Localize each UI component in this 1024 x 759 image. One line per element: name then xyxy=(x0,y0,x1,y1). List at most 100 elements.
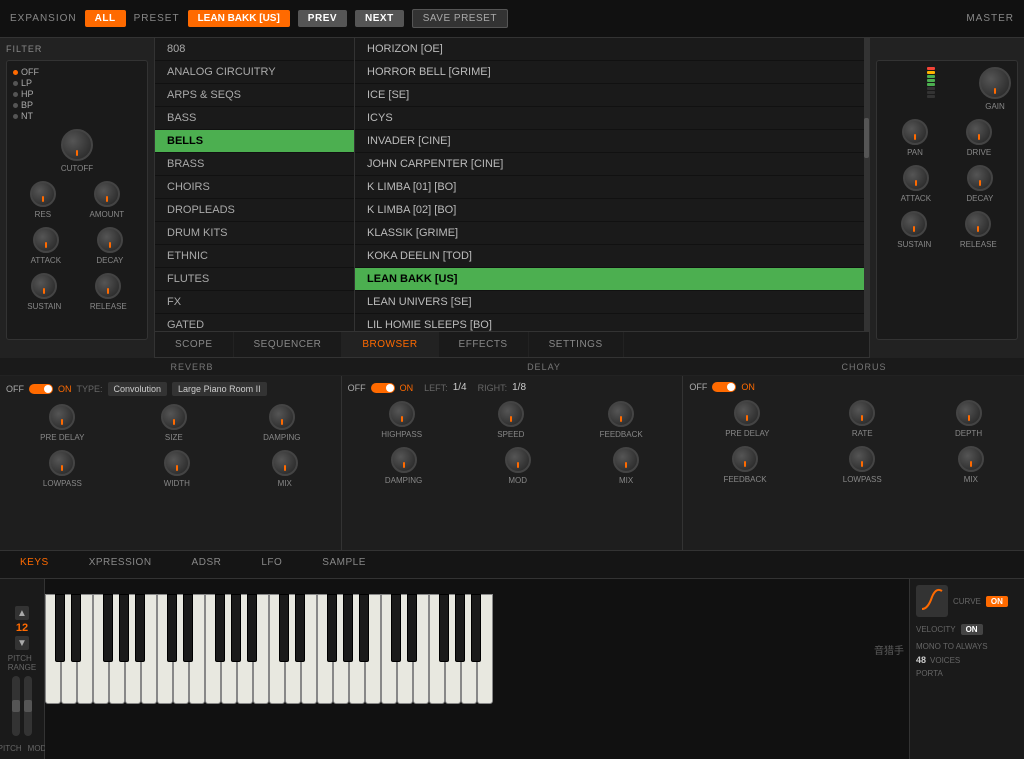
filter-release-knob[interactable] xyxy=(95,273,121,299)
tab-sequencer[interactable]: SEQUENCER xyxy=(234,332,343,357)
delay-highpass-knob[interactable] xyxy=(389,401,415,427)
bottom-tab-sample[interactable]: SAMPLE xyxy=(302,551,386,578)
delay-damping-knob[interactable] xyxy=(391,447,417,473)
category-item[interactable]: DRUM KITS xyxy=(155,222,354,245)
filter-nt[interactable]: NT xyxy=(13,111,141,121)
delay-feedback-knob[interactable] xyxy=(608,401,634,427)
prev-button[interactable]: PREV xyxy=(298,10,347,27)
master-pan-knob[interactable] xyxy=(902,119,928,145)
velocity-on-badge[interactable]: ON xyxy=(961,624,983,635)
filter-hp[interactable]: HP xyxy=(13,89,141,99)
preset-item[interactable]: KLASSIK [GRIME] xyxy=(355,222,864,245)
filter-sustain-knob[interactable] xyxy=(31,273,57,299)
bottom-tab-xpression[interactable]: XPRESSION xyxy=(69,551,172,578)
black-key[interactable] xyxy=(359,594,369,662)
chorus-mix-knob[interactable] xyxy=(958,446,984,472)
preset-item[interactable]: LEAN BAKK [US] xyxy=(355,268,864,291)
reverb-type-value[interactable]: Convolution xyxy=(108,382,168,396)
bottom-tab-lfo[interactable]: LFO xyxy=(241,551,302,578)
master-decay-knob[interactable] xyxy=(967,165,993,191)
tab-scope[interactable]: SCOPE xyxy=(155,332,234,357)
delay-mix-knob[interactable] xyxy=(613,447,639,473)
save-preset-button[interactable]: SAVE PRESET xyxy=(412,9,508,28)
black-key[interactable] xyxy=(55,594,65,662)
tab-browser[interactable]: BROWSER xyxy=(342,332,438,357)
preset-item[interactable]: ICE [SE] xyxy=(355,84,864,107)
delay-speed-knob[interactable] xyxy=(498,401,524,427)
black-key[interactable] xyxy=(71,594,81,662)
category-item[interactable]: ETHNIC xyxy=(155,245,354,268)
black-key[interactable] xyxy=(439,594,449,662)
black-key[interactable] xyxy=(167,594,177,662)
preset-item[interactable]: LEAN UNIVERS [SE] xyxy=(355,291,864,314)
black-key[interactable] xyxy=(247,594,257,662)
chorus-rate-knob[interactable] xyxy=(849,400,875,426)
pitch-slider[interactable] xyxy=(12,676,20,736)
category-item[interactable]: GATED xyxy=(155,314,354,331)
preset-item[interactable]: LIL HOMIE SLEEPS [BO] xyxy=(355,314,864,331)
category-item[interactable]: ARPS & SEQS xyxy=(155,84,354,107)
curve-on-badge[interactable]: ON xyxy=(986,596,1008,607)
all-button[interactable]: ALL xyxy=(85,10,126,27)
amount-knob[interactable] xyxy=(94,181,120,207)
filter-bp[interactable]: BP xyxy=(13,100,141,110)
preset-item[interactable]: K LIMBA [02] [BO] xyxy=(355,199,864,222)
master-gain-knob[interactable] xyxy=(979,67,1011,99)
filter-lp[interactable]: LP xyxy=(13,78,141,88)
category-item[interactable]: BASS xyxy=(155,107,354,130)
reverb-damping-knob[interactable] xyxy=(269,404,295,430)
reverb-mix-knob[interactable] xyxy=(272,450,298,476)
chorus-toggle[interactable] xyxy=(712,382,736,392)
master-drive-knob[interactable] xyxy=(966,119,992,145)
black-key[interactable] xyxy=(407,594,417,662)
reverb-size-knob[interactable] xyxy=(161,404,187,430)
black-key[interactable] xyxy=(391,594,401,662)
pitch-up-arrow[interactable]: ▲ xyxy=(15,606,29,620)
category-item[interactable]: FX xyxy=(155,291,354,314)
black-key[interactable] xyxy=(183,594,193,662)
tab-settings[interactable]: SETTINGS xyxy=(529,332,624,357)
category-item[interactable]: FLUTES xyxy=(155,268,354,291)
filter-attack-knob[interactable] xyxy=(33,227,59,253)
preset-item[interactable]: K LIMBA [01] [BO] xyxy=(355,176,864,199)
preset-item[interactable]: HORROR BELL [GRIME] xyxy=(355,61,864,84)
black-key[interactable] xyxy=(279,594,289,662)
chorus-lowpass-knob[interactable] xyxy=(849,446,875,472)
black-key[interactable] xyxy=(343,594,353,662)
master-sustain-knob[interactable] xyxy=(901,211,927,237)
reverb-preset-value[interactable]: Large Piano Room II xyxy=(172,382,267,396)
preset-item[interactable]: ICYS xyxy=(355,107,864,130)
cutoff-knob[interactable] xyxy=(61,129,93,161)
black-key[interactable] xyxy=(103,594,113,662)
preset-item[interactable]: INVADER [CINE] xyxy=(355,130,864,153)
black-key[interactable] xyxy=(327,594,337,662)
black-key[interactable] xyxy=(455,594,465,662)
category-item[interactable]: ANALOG CIRCUITRY xyxy=(155,61,354,84)
category-item[interactable]: 808 xyxy=(155,38,354,61)
delay-toggle[interactable] xyxy=(371,383,395,393)
preset-item[interactable]: JOHN CARPENTER [CINE] xyxy=(355,153,864,176)
category-item[interactable]: DROPLEADS xyxy=(155,199,354,222)
chorus-predelay-knob[interactable] xyxy=(734,400,760,426)
next-button[interactable]: NEXT xyxy=(355,10,404,27)
mod-slider[interactable] xyxy=(24,676,32,736)
res-knob[interactable] xyxy=(30,181,56,207)
filter-decay-knob[interactable] xyxy=(97,227,123,253)
master-release-knob[interactable] xyxy=(965,211,991,237)
filter-off[interactable]: OFF xyxy=(13,67,141,77)
category-item[interactable]: BRASS xyxy=(155,153,354,176)
scroll-indicator[interactable] xyxy=(864,38,869,331)
black-key[interactable] xyxy=(215,594,225,662)
bottom-tab-keys[interactable]: KEYS xyxy=(0,551,69,578)
pitch-down-arrow[interactable]: ▼ xyxy=(15,636,29,650)
black-key[interactable] xyxy=(295,594,305,662)
reverb-width-knob[interactable] xyxy=(164,450,190,476)
black-key[interactable] xyxy=(135,594,145,662)
chorus-feedback-knob[interactable] xyxy=(732,446,758,472)
chorus-depth-knob[interactable] xyxy=(956,400,982,426)
reverb-lowpass-knob[interactable] xyxy=(49,450,75,476)
reverb-predelay-knob[interactable] xyxy=(49,404,75,430)
category-item[interactable]: CHOIRS xyxy=(155,176,354,199)
tab-effects[interactable]: EFFECTS xyxy=(439,332,529,357)
delay-mod-knob[interactable] xyxy=(505,447,531,473)
